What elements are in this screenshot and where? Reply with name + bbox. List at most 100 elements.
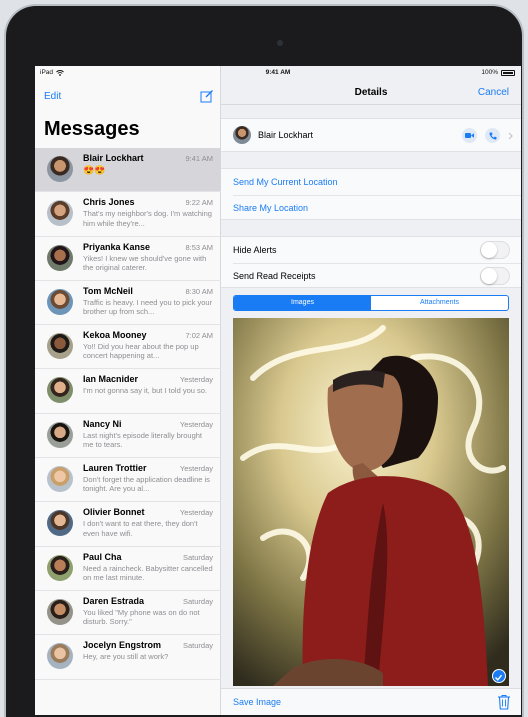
contact-actions xyxy=(462,128,513,143)
conversation-time: Yesterday xyxy=(179,375,213,385)
avatar xyxy=(47,377,73,404)
hide-alerts-row: Hide Alerts xyxy=(221,237,521,263)
conversation-preview: Last night's episode literally brought m… xyxy=(83,430,203,450)
trash-icon[interactable] xyxy=(497,694,511,710)
toggle-knob xyxy=(481,268,497,284)
avatar xyxy=(47,156,73,182)
contact-name: Blair Lockhart xyxy=(258,130,314,140)
avatar xyxy=(47,421,73,448)
conversation-list: Blair Lockhart 9:41 AM 😍😍 Chris Jones 9:22 A… xyxy=(35,148,221,680)
avatar xyxy=(47,333,73,360)
conversation-time: Yesterday xyxy=(179,419,213,429)
share-location-button[interactable]: Share My Location xyxy=(221,195,521,221)
conversation-name: Blair Lockhart xyxy=(83,153,144,163)
conversation-preview: Need a raincheck. Babysitter cancelled o… xyxy=(83,563,213,582)
details-pane: Details Cancel Blair Lockhart Send My Cu xyxy=(221,66,521,715)
conversation-preview: I'm not gonna say it, but I told you so. xyxy=(83,386,208,396)
hide-alerts-label: Hide Alerts xyxy=(233,245,277,255)
conversation-row[interactable]: Tom McNeil 8:30 AM Traffic is heavy. I nee… xyxy=(35,281,221,326)
tab-images[interactable]: Images xyxy=(234,296,371,310)
conversation-time: Saturday xyxy=(182,552,213,562)
read-receipts-label: Send Read Receipts xyxy=(233,271,316,281)
conversation-row[interactable]: Nancy Ni Yesterday Last night's episode li… xyxy=(35,414,221,459)
save-image-button[interactable]: Save Image xyxy=(233,697,281,707)
messages-sidebar: Edit Messages Blair Lockhart 9:41 AM 😍😍 Chr… xyxy=(35,66,221,715)
conversation-time: Yesterday xyxy=(179,464,213,474)
front-camera xyxy=(277,40,283,46)
conversation-name: Nancy Ni xyxy=(83,418,122,429)
phone-icon xyxy=(488,132,496,140)
avatar xyxy=(47,244,73,271)
contact-row[interactable]: Blair Lockhart xyxy=(221,118,521,152)
status-bar: iPad 9:41 AM 100% xyxy=(35,66,521,80)
conversation-time: Saturday xyxy=(182,596,213,606)
conversation-time: 7:02 AM xyxy=(185,331,213,341)
battery-icon xyxy=(501,69,515,76)
conversation-row[interactable]: Lauren Trottier Yesterday Don't forget the… xyxy=(35,458,221,503)
phone-call-button[interactable] xyxy=(485,128,500,143)
conversation-time: 9:41 AM xyxy=(185,154,213,163)
conversation-time: 9:22 AM xyxy=(185,198,213,208)
status-time: 9:41 AM xyxy=(265,69,291,76)
toggle-knob xyxy=(481,242,497,258)
avatar xyxy=(47,510,73,537)
conversation-preview: That's my neighbor's dog. I'm watching h… xyxy=(83,209,212,228)
battery-percent: 100% xyxy=(481,69,498,76)
conversation-row[interactable]: Ian Macnider Yesterday I'm not gonna say i… xyxy=(35,369,221,414)
conversation-preview: Traffic is heavy. I need you to pick you… xyxy=(83,297,213,317)
conversation-row[interactable]: Paul Cha Saturday Need a raincheck. Babysi… xyxy=(35,547,221,591)
media-segmented-control: Images Attachments xyxy=(233,295,509,311)
location-group: Send My Current Location Share My Locati… xyxy=(221,168,521,220)
conversation-preview: Hey, are you still at work? xyxy=(83,652,169,662)
conversation-row[interactable]: Blair Lockhart 9:41 AM 😍😍 xyxy=(35,148,221,193)
screen: Edit Messages Blair Lockhart 9:41 AM 😍😍 Chr… xyxy=(35,66,521,715)
conversation-time: Saturday xyxy=(182,641,213,651)
conversation-row[interactable]: Priyanka Kanse 8:53 AM Yikes! I knew we sh… xyxy=(35,237,221,281)
conversation-name: Tom McNeil xyxy=(83,285,133,296)
avatar xyxy=(47,598,73,625)
avatar xyxy=(47,466,73,493)
conversation-preview: Yo!! Did you hear about the pop up conce… xyxy=(83,342,199,361)
send-location-button[interactable]: Send My Current Location xyxy=(221,169,521,195)
photo-image xyxy=(233,318,509,686)
conversation-preview: Yikes! I knew we should've gone with the… xyxy=(83,253,207,272)
compose-icon[interactable] xyxy=(200,89,214,103)
conversation-name: Chris Jones xyxy=(83,197,135,208)
conversation-row[interactable]: Jocelyn Engstrom Saturday Hey, are you sti… xyxy=(35,635,221,680)
avatar xyxy=(47,554,73,581)
ipad-device: Edit Messages Blair Lockhart 9:41 AM 😍😍 Chr… xyxy=(6,6,522,717)
conversation-name: Jocelyn Engstrom xyxy=(83,640,162,651)
details-title: Details xyxy=(354,87,388,98)
hide-alerts-toggle[interactable] xyxy=(480,241,510,259)
chevron-right-icon[interactable] xyxy=(508,132,513,140)
conversation-row[interactable]: Chris Jones 9:22 AM That's my neighbor's d… xyxy=(35,192,221,237)
selected-checkmark-icon xyxy=(492,669,506,683)
conversation-time: 8:30 AM xyxy=(185,286,213,296)
read-receipts-row: Send Read Receipts xyxy=(221,263,521,289)
avatar xyxy=(47,643,73,670)
cancel-button[interactable]: Cancel xyxy=(478,87,509,98)
avatar xyxy=(47,200,73,227)
shared-photo[interactable] xyxy=(233,318,509,686)
conversation-time: 8:53 AM xyxy=(185,242,213,252)
conversation-row[interactable]: Daren Estrada Saturday You liked "My phone… xyxy=(35,591,221,636)
conversation-preview: 😍😍 xyxy=(83,165,106,175)
bottom-toolbar: Save Image xyxy=(221,688,521,715)
video-camera-icon xyxy=(465,133,474,138)
page-title: Messages xyxy=(44,118,140,140)
edit-button[interactable]: Edit xyxy=(44,91,61,102)
conversation-name: Kekoa Mooney xyxy=(83,330,147,341)
video-call-button[interactable] xyxy=(462,128,477,143)
conversation-row[interactable]: Olivier Bonnet Yesterday I don't want to e… xyxy=(35,502,221,547)
avatar xyxy=(47,288,73,315)
conversation-preview: I don't want to eat there, they don't ev… xyxy=(83,519,198,538)
conversation-name: Olivier Bonnet xyxy=(83,507,145,518)
conversation-name: Lauren Trottier xyxy=(83,463,147,474)
conversation-name: Ian Macnider xyxy=(83,374,139,385)
read-receipts-toggle[interactable] xyxy=(480,267,510,285)
conversation-preview: You liked "My phone was on do not distur… xyxy=(83,607,200,627)
tab-attachments[interactable]: Attachments xyxy=(371,296,508,310)
conversation-name: Daren Estrada xyxy=(83,595,145,606)
conversation-row[interactable]: Kekoa Mooney 7:02 AM Yo!! Did you hear abo… xyxy=(35,325,221,370)
conversation-preview: Don't forget the application deadline is… xyxy=(83,475,210,494)
